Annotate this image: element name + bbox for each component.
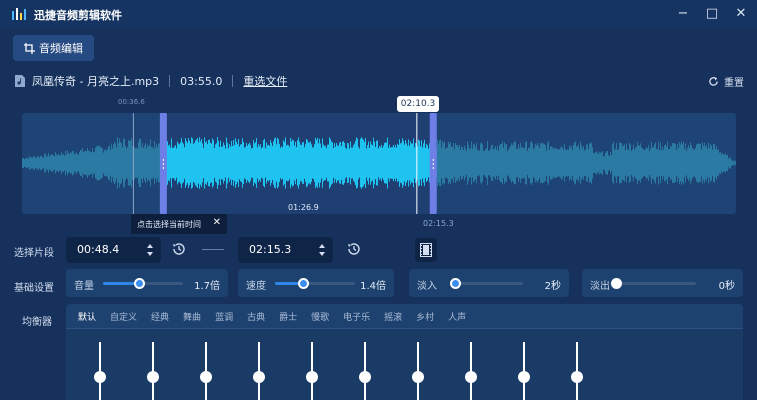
equalizer-label: 均衡器 (22, 317, 52, 328)
film-icon (420, 243, 432, 257)
eq-band-thumb[interactable] (571, 371, 583, 383)
audio-edit-button[interactable]: 音频编辑 (13, 35, 94, 61)
app-title: 迅捷音频剪辑软件 (34, 9, 122, 22)
tooltip-close-button[interactable]: ✕ (213, 217, 221, 228)
speed-value: 1.4倍 (360, 281, 386, 292)
eq-preset-tab[interactable]: 摇滚 (384, 310, 402, 323)
fade-out-control: 淡出 0秒 (582, 269, 743, 297)
eq-preset-tab[interactable]: 人声 (448, 310, 466, 323)
reset-label: 重置 (724, 78, 744, 89)
speed-label: 速度 (246, 281, 266, 292)
segment-label: 选择片段 (14, 248, 54, 259)
fade-in-slider[interactable] (449, 278, 523, 289)
fade-out-slider[interactable] (611, 278, 696, 289)
selection-end-label: 02:15.3 (423, 219, 454, 228)
equalizer-presets: 默认 自定义 经典 舞曲 蓝调 古典 爵士 慢歌 电子乐 摇滚 乡村 人声 (78, 310, 480, 323)
crop-icon (24, 42, 35, 54)
equalizer-bands-area (66, 329, 743, 400)
history-clock-icon[interactable] (346, 241, 362, 257)
volume-slider[interactable] (103, 278, 183, 289)
eq-preset-tab[interactable]: 舞曲 (183, 310, 201, 323)
fade-in-label: 淡入 (417, 281, 437, 292)
speed-slider[interactable] (275, 278, 355, 289)
divider (169, 75, 171, 87)
app-logo-icon (12, 8, 26, 20)
eq-preset-tab[interactable]: 经典 (151, 310, 169, 323)
eq-band-thumb[interactable] (147, 371, 159, 383)
speed-control: 速度 1.4倍 (238, 269, 394, 297)
eq-preset-tab[interactable]: 古典 (247, 310, 265, 323)
close-button[interactable]: ✕ (730, 4, 752, 24)
time-select-tooltip: 点击选择当前时间 ✕ (131, 214, 227, 234)
minimize-button[interactable]: − (672, 4, 694, 24)
range-dash (202, 249, 224, 250)
file-info: 凤凰传奇 - 月亮之上.mp3 03:55.0 重选文件 (15, 74, 287, 88)
volume-slider-thumb[interactable] (134, 278, 145, 289)
volume-label: 音量 (74, 281, 94, 292)
eq-band-thumb[interactable] (465, 371, 477, 383)
tooltip-text: 点击选择当前时间 (137, 219, 201, 229)
eq-preset-tab[interactable]: 电子乐 (343, 310, 370, 323)
fade-out-value: 0秒 (718, 281, 735, 292)
refresh-icon (709, 76, 718, 86)
history-clock-icon[interactable] (171, 241, 187, 257)
end-time-value: 02:15.3 (249, 243, 292, 256)
eq-preset-tab[interactable]: 乡村 (416, 310, 434, 323)
eq-band-thumb[interactable] (306, 371, 318, 383)
eq-preset-tab[interactable]: 自定义 (110, 310, 137, 323)
audio-file-icon (15, 75, 25, 87)
eq-band-thumb[interactable] (518, 371, 530, 383)
spinner-icon[interactable] (146, 242, 154, 258)
start-time-value: 00:48.4 (77, 243, 120, 256)
waveform[interactable] (22, 113, 736, 214)
reselect-file-link[interactable]: 重选文件 (243, 73, 287, 89)
speed-slider-thumb[interactable] (298, 278, 309, 289)
eq-preset-tab[interactable]: 默认 (78, 310, 96, 323)
eq-band-thumb[interactable] (359, 371, 371, 383)
cursor-time-tooltip: 02:10.3 (397, 96, 439, 112)
eq-preset-tab[interactable]: 慢歌 (311, 310, 329, 323)
title-bar: 迅捷音频剪辑软件 − □ ✕ (0, 0, 757, 28)
basic-settings-label: 基础设置 (14, 283, 54, 294)
eq-band-thumb[interactable] (412, 371, 424, 383)
eq-band-thumb[interactable] (94, 371, 106, 383)
marker-time-label: 00:36.6 (118, 98, 145, 106)
preview-segment-button[interactable] (415, 238, 437, 262)
fade-out-label: 淡出 (590, 281, 610, 292)
eq-band-thumb[interactable] (253, 371, 265, 383)
volume-value: 1.7倍 (194, 281, 220, 292)
eq-preset-tab[interactable]: 蓝调 (215, 310, 233, 323)
equalizer-panel: 默认 自定义 经典 舞曲 蓝调 古典 爵士 慢歌 电子乐 摇滚 乡村 人声 (66, 304, 743, 400)
audio-edit-label: 音频编辑 (39, 42, 83, 55)
selection-duration-label: 01:26.9 (288, 203, 319, 212)
reset-button[interactable]: 重置 (708, 74, 744, 89)
volume-control: 音量 1.7倍 (66, 269, 228, 297)
maximize-button[interactable]: □ (701, 4, 723, 24)
file-name: 凤凰传奇 - 月亮之上.mp3 (32, 75, 160, 88)
start-time-input[interactable]: 00:48.4 (66, 237, 161, 263)
divider (232, 75, 234, 87)
fade-in-value: 2秒 (544, 281, 561, 292)
eq-preset-tab[interactable]: 爵士 (279, 310, 297, 323)
fade-in-slider-thumb[interactable] (449, 278, 461, 289)
eq-band-thumb[interactable] (200, 371, 212, 383)
spinner-icon[interactable] (318, 242, 326, 258)
fade-in-control: 淡入 2秒 (409, 269, 569, 297)
fade-out-slider-thumb[interactable] (611, 278, 622, 289)
file-duration: 03:55.0 (180, 74, 223, 88)
end-time-input[interactable]: 02:15.3 (238, 237, 333, 263)
